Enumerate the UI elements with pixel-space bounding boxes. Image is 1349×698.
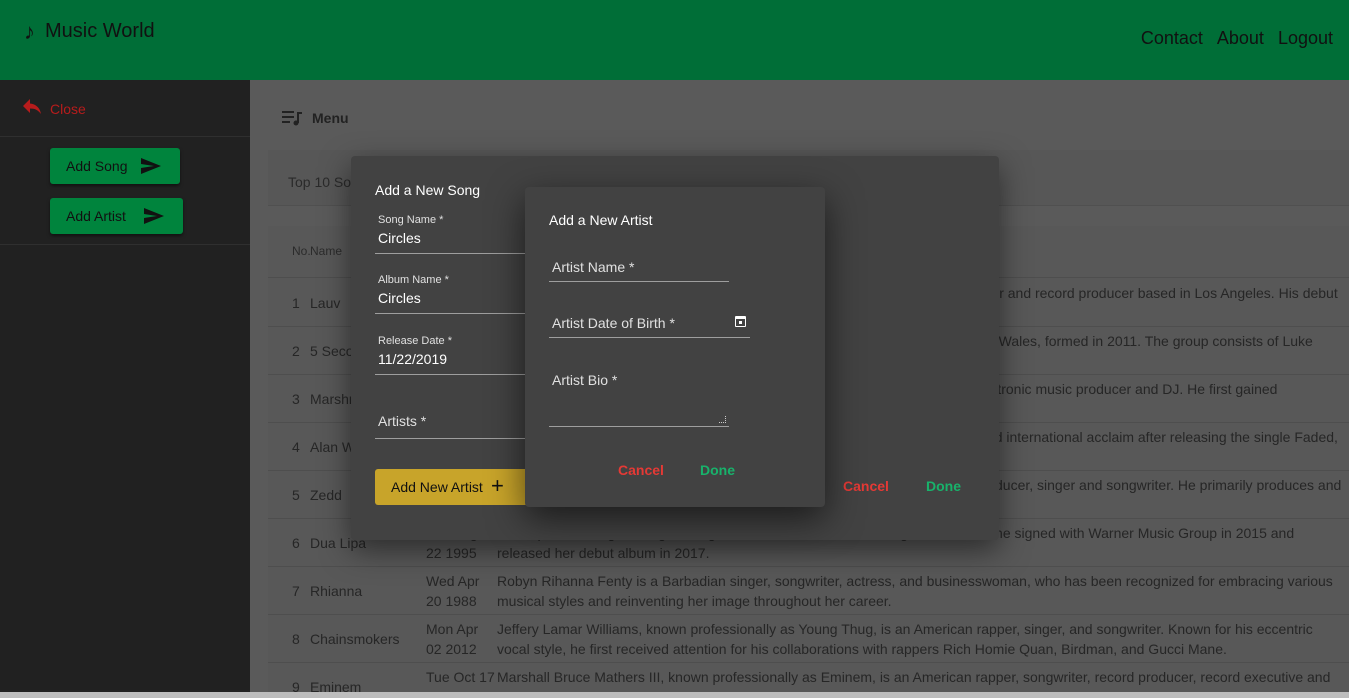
artists-label: Artists * <box>378 413 427 429</box>
album-name-value: Circles <box>378 290 421 306</box>
artist-dialog-title: Add a New Artist <box>549 212 653 228</box>
row-number: 5 <box>292 487 300 503</box>
nav-about-link[interactable]: About <box>1217 28 1264 49</box>
resize-grip-icon[interactable] <box>719 416 726 423</box>
menu-button[interactable]: Menu <box>282 110 349 126</box>
send-icon <box>141 158 161 174</box>
drawer-divider <box>0 244 250 245</box>
artist-dob-field[interactable]: Artist Date of Birth * <box>549 313 750 338</box>
release-date-field[interactable]: Release Date * 11/22/2019 <box>375 335 525 375</box>
drawer-close-label: Close <box>50 101 86 117</box>
album-name-field[interactable]: Album Name * Circles <box>375 274 525 314</box>
app-title: Music World <box>45 20 155 42</box>
table-row[interactable]: 7 Rhianna Wed Apr 20 1988 Robyn Rihanna Fen… <box>268 567 1349 615</box>
row-number: 3 <box>292 391 300 407</box>
song-done-button[interactable]: Done <box>926 478 961 494</box>
brand[interactable]: ♪ Music World <box>24 20 155 43</box>
row-number: 7 <box>292 583 300 599</box>
plus-icon: + <box>491 473 504 498</box>
add-artist-dialog: Add a New Artist Artist Name * Artist Da… <box>525 187 825 507</box>
row-bio: Robyn Rihanna Fenty is a Barbadian singe… <box>497 573 1333 609</box>
bottom-scrollbar[interactable] <box>0 692 1349 698</box>
nav-logout-link[interactable]: Logout <box>1278 28 1333 49</box>
artist-bio-field[interactable]: Artist Bio * <box>549 370 729 427</box>
song-dialog-title: Add a New Song <box>375 182 481 198</box>
row-number: 8 <box>292 631 300 647</box>
row-number: 6 <box>292 535 300 551</box>
row-date-of-birth: Mon Apr 02 2012 <box>426 621 479 657</box>
song-cancel-button[interactable]: Cancel <box>843 478 889 494</box>
add-new-artist-label: Add New Artist <box>391 479 483 495</box>
calendar-icon[interactable] <box>735 316 746 327</box>
reply-arrow-icon <box>23 99 41 114</box>
music-note-icon: ♪ <box>24 18 35 44</box>
header-name: Name <box>310 244 343 258</box>
release-date-label: Release Date * <box>378 335 452 347</box>
menu-label: Menu <box>312 110 349 126</box>
nav-contact-link[interactable]: Contact <box>1141 28 1203 49</box>
add-new-artist-button[interactable]: Add New Artist + <box>375 469 545 505</box>
artist-name-label: Artist Name * <box>552 259 635 275</box>
artist-name-field[interactable]: Artist Name * <box>549 257 729 282</box>
row-artist-name: Rhianna <box>310 583 363 599</box>
add-song-button[interactable]: Add Song <box>50 148 180 184</box>
artist-bio-label: Artist Bio * <box>552 372 618 388</box>
song-name-label: Song Name * <box>378 214 444 226</box>
row-number: 1 <box>292 295 300 311</box>
table-row[interactable]: 8 Chainsmokers Mon Apr 02 2012 Jeffery Lama… <box>268 615 1349 663</box>
send-icon <box>144 208 164 224</box>
artist-cancel-button[interactable]: Cancel <box>618 462 664 478</box>
side-drawer: Close Add Song Add Artist <box>0 80 250 698</box>
header-no: No. <box>292 244 311 258</box>
row-date-of-birth: Wed Apr 20 1988 <box>426 573 480 609</box>
song-name-field[interactable]: Song Name * Circles <box>375 214 525 254</box>
album-name-label: Album Name * <box>378 274 449 286</box>
add-song-label: Add Song <box>66 158 128 174</box>
playlist-icon <box>282 111 302 126</box>
row-number: 2 <box>292 343 300 359</box>
row-number: 4 <box>292 439 300 455</box>
artist-done-button[interactable]: Done <box>700 462 735 478</box>
add-artist-drawer-label: Add Artist <box>66 208 126 224</box>
release-date-value: 11/22/2019 <box>378 351 448 367</box>
artist-dob-label: Artist Date of Birth * <box>552 315 675 331</box>
artists-select[interactable]: Artists * <box>375 410 525 439</box>
top-nav: Contact About Logout <box>1141 28 1333 49</box>
row-bio: Jeffery Lamar Williams, known profession… <box>497 621 1313 657</box>
add-artist-drawer-button[interactable]: Add Artist <box>50 198 183 234</box>
row-artist-name: Chainsmokers <box>310 631 400 647</box>
app-bar: ♪ Music World Contact About Logout <box>0 0 1349 80</box>
song-name-value: Circles <box>378 230 421 246</box>
drawer-close-button[interactable]: Close <box>0 80 250 137</box>
